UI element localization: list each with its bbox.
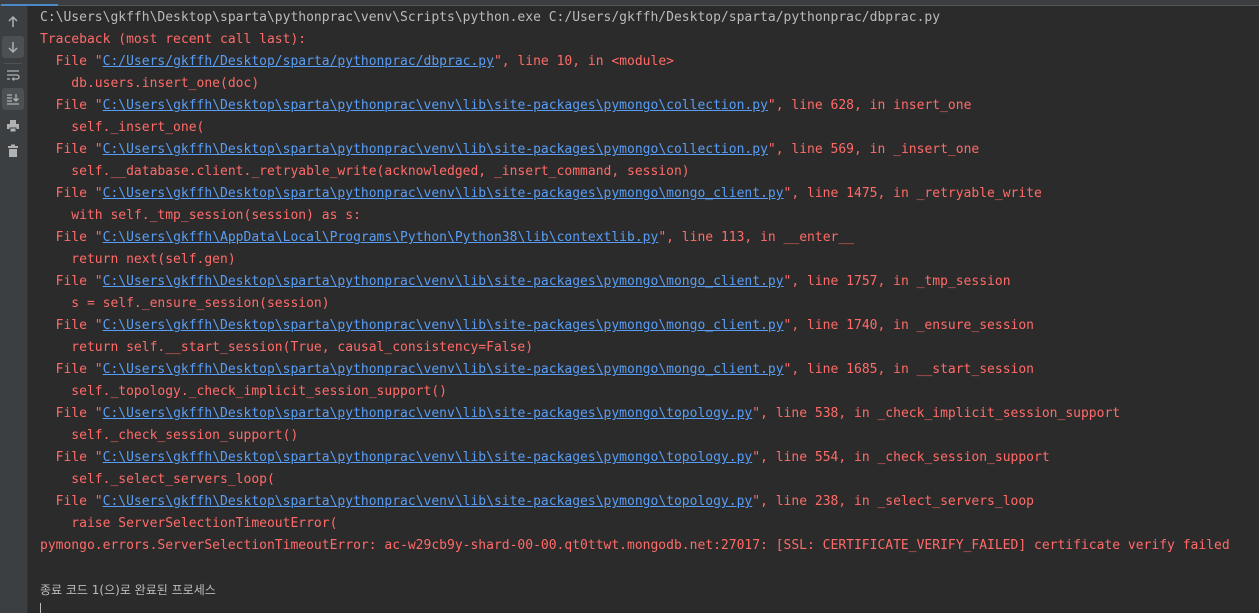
traceback-frame: File "C:\Users\gkffh\AppData\Local\Progr… bbox=[40, 227, 854, 249]
frame-code-line: self._check_session_support() bbox=[40, 428, 299, 443]
arrow-down-icon bbox=[8, 42, 18, 54]
file-link[interactable]: C:\Users\gkffh\Desktop\sparta\pythonprac… bbox=[103, 450, 753, 465]
file-link[interactable]: C:\Users\gkffh\Desktop\sparta\pythonprac… bbox=[103, 98, 768, 113]
frame-prefix: File " bbox=[40, 98, 103, 113]
arrow-up-icon bbox=[8, 15, 18, 27]
traceback-frame: File "C:\Users\gkffh\Desktop\sparta\pyth… bbox=[40, 183, 1042, 205]
frame-suffix: ", line 113, in __enter__ bbox=[658, 230, 854, 245]
frame-prefix: File " bbox=[40, 362, 103, 377]
traceback-frame: File "C:\Users\gkffh\Desktop\sparta\pyth… bbox=[40, 447, 1050, 469]
frame-suffix: ", line 1685, in __start_session bbox=[783, 362, 1034, 377]
traceback-frame: File "C:\Users\gkffh\Desktop\sparta\pyth… bbox=[40, 139, 980, 161]
traceback-frame: File "C:\Users\gkffh\Desktop\sparta\pyth… bbox=[40, 95, 972, 117]
frame-prefix: File " bbox=[40, 450, 103, 465]
file-link[interactable]: C:\Users\gkffh\Desktop\sparta\pythonprac… bbox=[103, 318, 784, 333]
file-link[interactable]: C:\Users\gkffh\AppData\Local\Programs\Py… bbox=[103, 230, 659, 245]
file-link[interactable]: C:\Users\gkffh\Desktop\sparta\pythonprac… bbox=[103, 142, 768, 157]
print-icon bbox=[7, 120, 19, 133]
file-link[interactable]: C:\Users\gkffh\Desktop\sparta\pythonprac… bbox=[103, 186, 784, 201]
frame-code-line: self._insert_one( bbox=[40, 120, 205, 135]
frame-suffix: ", line 238, in _select_servers_loop bbox=[752, 494, 1035, 509]
frame-code-line: self.__database.client._retryable_write(… bbox=[40, 164, 690, 179]
frame-prefix: File " bbox=[40, 54, 103, 69]
file-link[interactable]: C:\Users\gkffh\Desktop\sparta\pythonprac… bbox=[103, 494, 753, 509]
console-toolbar bbox=[0, 6, 28, 613]
frame-code-line: return self.__start_session(True, causal… bbox=[40, 340, 534, 355]
frame-code-line: with self._tmp_session(session) as s: bbox=[40, 208, 361, 223]
trash-icon bbox=[8, 144, 18, 157]
file-link[interactable]: C:\Users\gkffh\Desktop\sparta\pythonprac… bbox=[103, 274, 784, 289]
frame-suffix: ", line 628, in insert_one bbox=[767, 98, 972, 113]
frame-prefix: File " bbox=[40, 494, 103, 509]
frame-prefix: File " bbox=[40, 142, 103, 157]
soft-wrap-button[interactable] bbox=[2, 64, 24, 86]
traceback-frame: File "C:/Users/gkffh/Desktop/sparta/pyth… bbox=[40, 51, 674, 73]
frame-prefix: File " bbox=[40, 186, 103, 201]
clear-all-button[interactable] bbox=[2, 140, 24, 162]
error-message: pymongo.errors.ServerSelectionTimeoutErr… bbox=[40, 538, 1230, 553]
input-caret bbox=[40, 603, 41, 613]
frame-code-line: return next(self.gen) bbox=[40, 252, 236, 267]
traceback-frame: File "C:\Users\gkffh\Desktop\sparta\pyth… bbox=[40, 403, 1120, 425]
traceback-frame: File "C:\Users\gkffh\Desktop\sparta\pyth… bbox=[40, 315, 1034, 337]
frame-suffix: ", line 1757, in _tmp_session bbox=[783, 274, 1011, 289]
process-exit-message: 종료 코드 1(으)로 완료된 프로세스 bbox=[40, 583, 216, 597]
frame-suffix: ", line 1475, in _retryable_write bbox=[783, 186, 1042, 201]
traceback-frame: File "C:\Users\gkffh\Desktop\sparta\pyth… bbox=[40, 271, 1011, 293]
frame-code-line: db.users.insert_one(doc) bbox=[40, 76, 260, 91]
scroll-to-end-icon bbox=[7, 94, 19, 105]
print-button[interactable] bbox=[2, 115, 24, 137]
frame-suffix: ", line 1740, in _ensure_session bbox=[783, 318, 1034, 333]
frame-prefix: File " bbox=[40, 406, 103, 421]
scroll-to-end-button[interactable] bbox=[2, 88, 24, 110]
file-link[interactable]: C:\Users\gkffh\Desktop\sparta\pythonprac… bbox=[103, 362, 784, 377]
traceback-frame: File "C:\Users\gkffh\Desktop\sparta\pyth… bbox=[40, 491, 1034, 513]
frame-code-line: self._topology._check_implicit_session_s… bbox=[40, 384, 447, 399]
frame-suffix: ", line 10, in <module> bbox=[493, 54, 674, 69]
frame-prefix: File " bbox=[40, 230, 103, 245]
frame-code-line: s = self._ensure_session(session) bbox=[40, 296, 330, 311]
file-link[interactable]: C:\Users\gkffh\Desktop\sparta\pythonprac… bbox=[103, 406, 753, 421]
soft-wrap-icon bbox=[7, 70, 20, 81]
frame-code-line: raise ServerSelectionTimeoutError( bbox=[40, 516, 338, 531]
frame-prefix: File " bbox=[40, 318, 103, 333]
console-output[interactable]: C:\Users\gkffh\Desktop\sparta\pythonprac… bbox=[28, 6, 1259, 613]
run-console-window: C:\Users\gkffh\Desktop\sparta\pythonprac… bbox=[0, 0, 1259, 613]
frame-code-line: self._select_servers_loop( bbox=[40, 472, 275, 487]
frame-suffix: ", line 569, in _insert_one bbox=[767, 142, 980, 157]
command-line: C:\Users\gkffh\Desktop\sparta\pythonprac… bbox=[40, 10, 941, 25]
up-stack-trace-button[interactable] bbox=[2, 11, 24, 33]
frame-prefix: File " bbox=[40, 274, 103, 289]
frame-suffix: ", line 538, in _check_implicit_session_… bbox=[752, 406, 1121, 421]
frame-suffix: ", line 554, in _check_session_support bbox=[752, 450, 1050, 465]
traceback-frame: File "C:\Users\gkffh\Desktop\sparta\pyth… bbox=[40, 359, 1034, 381]
file-link[interactable]: C:/Users/gkffh/Desktop/sparta/pythonprac… bbox=[103, 54, 494, 69]
down-stack-trace-button[interactable] bbox=[2, 36, 24, 58]
traceback-header: Traceback (most recent call last): bbox=[40, 32, 307, 47]
